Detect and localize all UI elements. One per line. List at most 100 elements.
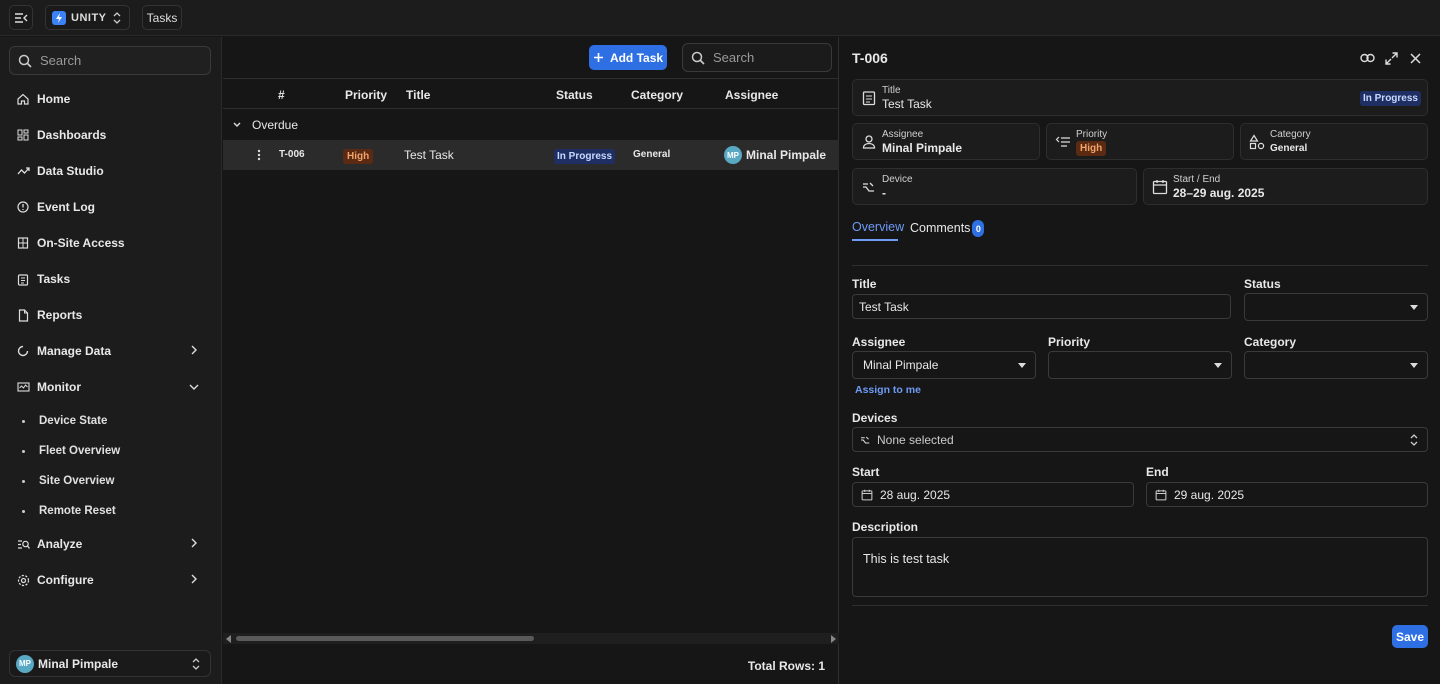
category-select[interactable]: [1244, 351, 1428, 379]
copy-link-button[interactable]: [1359, 50, 1375, 66]
description-value: This is test task: [863, 552, 950, 566]
sidebar-search-input[interactable]: Search: [9, 46, 211, 75]
sidebar-subitem-remote-reset[interactable]: Remote Reset: [22, 501, 116, 521]
avatar: MP: [724, 146, 742, 164]
devices-select[interactable]: None selected: [852, 427, 1428, 452]
caret-down-icon: [1410, 305, 1418, 310]
close-icon: [1409, 52, 1421, 64]
priority-select[interactable]: [1048, 351, 1232, 379]
toggle-sidebar-button[interactable]: [9, 5, 33, 30]
assignee-name: Minal Pimpale: [746, 148, 827, 162]
calendar-icon: [861, 489, 873, 500]
column-header-status[interactable]: Status: [556, 88, 593, 102]
table-row[interactable]: T-006 High Test Task In Progress General…: [223, 140, 839, 170]
device-icon: [861, 436, 870, 444]
user-switcher[interactable]: MP Minal Pimpale: [9, 650, 211, 677]
card-value: Minal Pimpale: [882, 141, 963, 155]
avatar: MP: [16, 654, 34, 673]
sidebar-subitem-fleet-overview[interactable]: Fleet Overview: [22, 441, 120, 461]
cell-title: Test Task: [404, 148, 454, 162]
more-vertical-icon[interactable]: [257, 149, 261, 161]
home-icon: [16, 92, 30, 106]
sidebar-item-analyze[interactable]: Analyze: [16, 533, 206, 555]
scroll-left-icon[interactable]: [226, 635, 232, 643]
dates-card: Start / End 28–29 aug. 2025: [1143, 168, 1428, 205]
add-task-button[interactable]: Add Task: [589, 45, 667, 70]
column-header-title[interactable]: Title: [406, 88, 430, 102]
task-id-title: T-006: [852, 50, 888, 66]
start-date-value: 28 aug. 2025: [880, 487, 951, 502]
column-header-assignee[interactable]: Assignee: [725, 88, 778, 102]
active-tab-indicator: [852, 239, 898, 241]
sidebar-subitem-site-overview[interactable]: Site Overview: [22, 471, 114, 491]
divider: [852, 605, 1428, 606]
sidebar-item-reports[interactable]: Reports: [16, 304, 206, 326]
close-button[interactable]: [1407, 50, 1423, 66]
chevron-right-icon: [191, 345, 197, 355]
scrollbar-thumb[interactable]: [236, 636, 534, 641]
collapse-menu-icon: [15, 12, 28, 23]
card-label: Assignee: [882, 129, 924, 140]
column-header-id[interactable]: #: [278, 88, 285, 102]
cell-category: General: [633, 149, 671, 160]
sidebar-subitem-label: Remote Reset: [39, 505, 116, 517]
expand-button[interactable]: [1383, 50, 1399, 66]
end-label: End: [1146, 465, 1169, 479]
scroll-right-icon[interactable]: [830, 635, 836, 643]
sidebar-item-label: Manage Data: [37, 344, 112, 358]
start-date-input[interactable]: 28 aug. 2025: [852, 482, 1134, 507]
sidebar-item-label: Analyze: [37, 537, 83, 551]
status-select[interactable]: [1244, 293, 1428, 321]
column-header-category[interactable]: Category: [631, 88, 683, 102]
sidebar-item-home[interactable]: Home: [16, 88, 206, 110]
horizontal-scrollbar[interactable]: [223, 633, 839, 644]
category-card: Category General: [1240, 123, 1428, 160]
sidebar-item-label: Dashboards: [37, 128, 107, 142]
sidebar-item-manage-data[interactable]: Manage Data: [16, 340, 206, 362]
sidebar-item-data-studio[interactable]: Data Studio: [16, 160, 206, 182]
search-icon: [691, 51, 705, 65]
priority-badge: High: [343, 149, 374, 164]
tab-comments[interactable]: Comments 0: [910, 220, 985, 237]
task-search-input[interactable]: Search: [682, 43, 832, 72]
task-list-panel: Add Task Search # Priority Title Status …: [223, 37, 839, 684]
column-header-priority[interactable]: Priority: [345, 88, 387, 102]
status-badge: In Progress: [554, 149, 616, 164]
assignee-select[interactable]: Minal Pimpale: [852, 351, 1036, 379]
title-input[interactable]: Test Task: [852, 294, 1231, 319]
sidebar-item-monitor[interactable]: Monitor: [16, 376, 206, 398]
divider: [852, 265, 1428, 266]
save-button[interactable]: Save: [1392, 625, 1428, 648]
description-textarea[interactable]: This is test task: [852, 537, 1428, 597]
assign-to-me-link[interactable]: Assign to me: [855, 384, 921, 396]
chevron-down-icon: [233, 122, 241, 127]
sidebar-item-label: On-Site Access: [37, 236, 125, 250]
priority-list-icon: [1055, 136, 1070, 147]
chevron-right-icon: [191, 574, 197, 584]
card-label: Title: [882, 85, 901, 96]
bullet-icon: [22, 449, 25, 453]
sidebar-subitem-device-state[interactable]: Device State: [22, 411, 107, 431]
sidebar-subitem-label: Device State: [39, 415, 108, 427]
breadcrumb[interactable]: Tasks: [142, 5, 182, 30]
total-rows: Total Rows: 1: [747, 659, 825, 673]
group-row-overdue[interactable]: Overdue: [223, 111, 839, 139]
tab-overview[interactable]: Overview: [852, 220, 904, 234]
sidebar-item-event-log[interactable]: Event Log: [16, 196, 206, 218]
sidebar-item-on-site-access[interactable]: On-Site Access: [16, 232, 206, 254]
app-switcher[interactable]: UNITY: [45, 5, 130, 30]
end-date-input[interactable]: 29 aug. 2025: [1146, 482, 1428, 507]
card-label: Start / End: [1173, 174, 1221, 185]
sidebar-item-dashboards[interactable]: Dashboards: [16, 124, 206, 146]
sidebar-item-tasks[interactable]: Tasks: [16, 268, 206, 290]
caret-down-icon: [1214, 363, 1222, 368]
end-date-value: 29 aug. 2025: [1174, 487, 1245, 502]
refresh-circle-icon: [16, 344, 30, 358]
devices-label: Devices: [852, 411, 898, 425]
sidebar-item-label: Tasks: [37, 272, 71, 286]
top-bar: UNITY Tasks: [0, 0, 1440, 36]
sidebar-item-configure[interactable]: Configure: [16, 569, 206, 591]
chevron-down-icon: [189, 384, 199, 390]
sidebar-item-label: Configure: [37, 573, 94, 587]
chevron-updown-icon: [113, 12, 121, 24]
